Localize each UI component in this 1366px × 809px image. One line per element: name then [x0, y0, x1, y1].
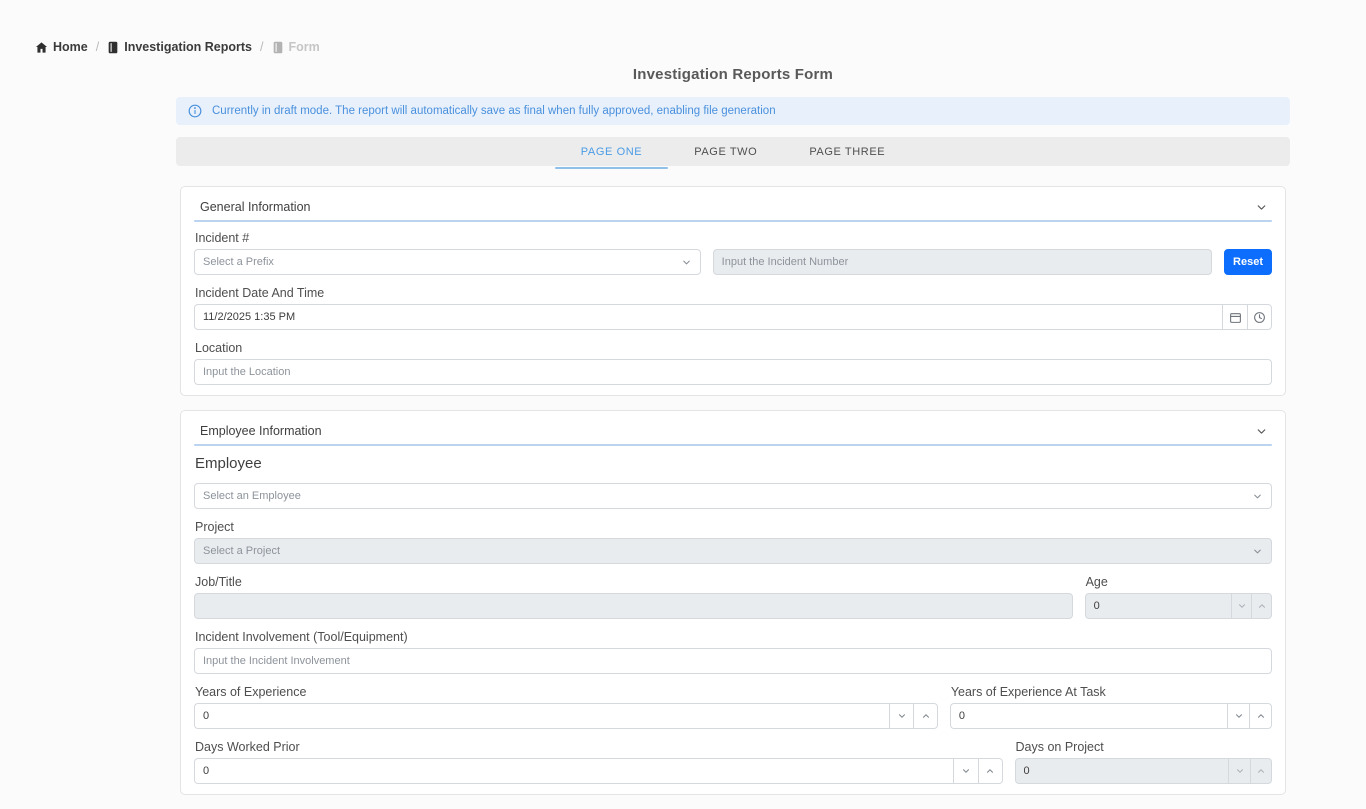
section-divider: [194, 444, 1272, 446]
incident-involvement-label: Incident Involvement (Tool/Equipment): [195, 630, 1272, 644]
incident-datetime-field-wrap: [194, 304, 1222, 330]
days-worked-prior-field: Days Worked Prior: [194, 740, 1003, 784]
tab-page-two[interactable]: PAGE TWO: [668, 137, 783, 166]
days-worked-prior-field-wrap: [194, 758, 953, 784]
general-information-card: General Information Incident # Select a …: [180, 186, 1286, 396]
days-on-project-input: [1016, 759, 1229, 783]
general-information-header: General Information: [194, 198, 1272, 220]
calendar-icon[interactable]: [1222, 304, 1247, 330]
section-divider: [194, 220, 1272, 222]
page: Home / Investigation Reports / Form Inve…: [0, 0, 1366, 768]
job-title-label: Job/Title: [195, 575, 1073, 589]
years-experience-task-field: Years of Experience At Task: [950, 685, 1272, 729]
years-experience-stepper: [194, 703, 938, 729]
incident-prefix-select[interactable]: Select a Prefix: [194, 249, 701, 275]
page-title: Investigation Reports Form: [176, 66, 1290, 83]
employee-select-placeholder: Select an Employee: [203, 490, 301, 502]
incident-datetime-label: Incident Date And Time: [195, 286, 1272, 300]
page-tabs: PAGE ONE PAGE TWO PAGE THREE: [176, 137, 1290, 166]
incident-datetime-group: [194, 304, 1272, 330]
breadcrumb-separator: /: [96, 40, 99, 54]
stepper-down-icon: [1228, 758, 1250, 784]
incident-number-field-wrap: [713, 249, 1212, 275]
years-experience-label: Years of Experience: [195, 685, 938, 699]
employee-select[interactable]: Select an Employee: [194, 483, 1272, 509]
years-experience-task-input[interactable]: [951, 704, 1227, 728]
reset-button[interactable]: Reset: [1224, 249, 1272, 275]
stepper-down-icon: [1231, 593, 1251, 619]
incident-datetime-input[interactable]: [195, 305, 1222, 329]
chevron-down-icon: [1252, 546, 1263, 557]
stepper-up-icon[interactable]: [913, 703, 937, 729]
job-title-field-wrap: [194, 593, 1073, 619]
years-experience-task-label: Years of Experience At Task: [951, 685, 1272, 699]
draft-mode-banner: Currently in draft mode. The report will…: [176, 97, 1290, 125]
info-icon: [188, 104, 202, 118]
chevron-down-icon: [1252, 491, 1263, 502]
days-worked-prior-input[interactable]: [195, 759, 953, 783]
days-on-project-field: Days on Project: [1015, 740, 1273, 784]
breadcrumb-investigation-reports[interactable]: Investigation Reports: [107, 40, 252, 54]
years-experience-field-wrap: [194, 703, 889, 729]
stepper-up-icon[interactable]: [1249, 703, 1272, 729]
employee-information-title: Employee Information: [200, 424, 322, 438]
general-information-title: General Information: [200, 200, 310, 214]
days-worked-prior-stepper: [194, 758, 1003, 784]
home-icon: [35, 41, 48, 54]
report-icon: [107, 41, 119, 54]
breadcrumb-home-label: Home: [53, 40, 88, 54]
years-experience-task-stepper: [950, 703, 1272, 729]
location-input[interactable]: [195, 360, 1271, 384]
employee-information-header: Employee Information: [194, 422, 1272, 444]
age-label: Age: [1086, 575, 1272, 589]
tab-page-one[interactable]: PAGE ONE: [555, 137, 668, 166]
job-title-field: Job/Title: [194, 575, 1073, 619]
breadcrumb-form: Form: [272, 40, 320, 54]
incident-involvement-input[interactable]: [195, 649, 1271, 673]
days-on-project-label: Days on Project: [1016, 740, 1273, 754]
years-experience-task-field-wrap: [950, 703, 1227, 729]
chevron-down-icon: [681, 257, 692, 268]
location-field-wrap: [194, 359, 1272, 385]
breadcrumb-separator: /: [260, 40, 263, 54]
project-select-placeholder: Select a Project: [203, 545, 280, 557]
incident-prefix-placeholder: Select a Prefix: [203, 256, 274, 268]
days-worked-prior-label: Days Worked Prior: [195, 740, 1003, 754]
age-stepper: [1085, 593, 1272, 619]
clock-icon[interactable]: [1247, 304, 1272, 330]
job-title-input: [195, 594, 1072, 618]
breadcrumb-home[interactable]: Home: [35, 40, 88, 54]
incident-involvement-field-wrap: [194, 648, 1272, 674]
project-label: Project: [195, 520, 1272, 534]
age-field: Age: [1085, 575, 1272, 619]
chevron-down-icon[interactable]: [1255, 425, 1270, 438]
tab-page-three[interactable]: PAGE THREE: [783, 137, 911, 166]
stepper-up-icon: [1251, 593, 1272, 619]
breadcrumb-form-label: Form: [289, 40, 320, 54]
stepper-down-icon[interactable]: [1227, 703, 1249, 729]
years-experience-field: Years of Experience: [194, 685, 938, 729]
employee-label: Employee: [195, 455, 1272, 472]
banner-text: Currently in draft mode. The report will…: [212, 105, 776, 117]
stepper-up-icon[interactable]: [978, 758, 1003, 784]
location-label: Location: [195, 341, 1272, 355]
breadcrumb: Home / Investigation Reports / Form: [35, 40, 320, 54]
project-select: Select a Project: [194, 538, 1272, 564]
stepper-down-icon[interactable]: [889, 703, 913, 729]
age-field-wrap: [1085, 593, 1231, 619]
report-icon: [272, 41, 284, 54]
age-input: [1086, 594, 1231, 618]
main-content: Investigation Reports Form Currently in …: [176, 66, 1290, 809]
years-experience-input[interactable]: [195, 704, 889, 728]
employee-information-card: Employee Information Employee Select an …: [180, 410, 1286, 795]
days-on-project-stepper: [1015, 758, 1273, 784]
incident-number-input[interactable]: [714, 250, 1211, 274]
days-on-project-field-wrap: [1015, 758, 1229, 784]
stepper-down-icon[interactable]: [953, 758, 977, 784]
breadcrumb-reports-label: Investigation Reports: [124, 40, 252, 54]
stepper-up-icon: [1250, 758, 1272, 784]
incident-number-label: Incident #: [195, 231, 1272, 245]
chevron-down-icon[interactable]: [1255, 201, 1270, 214]
